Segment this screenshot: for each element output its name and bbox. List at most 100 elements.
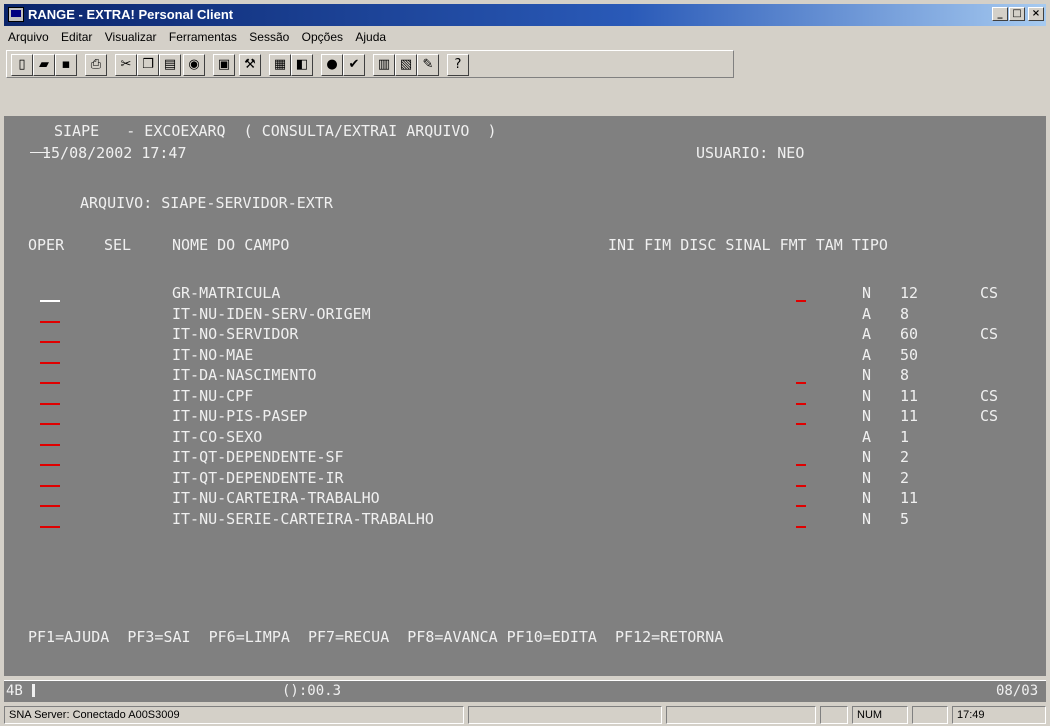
field-format: A — [862, 427, 872, 446]
field-name: IT-NU-IDEN-SERV-ORIGEM — [172, 304, 371, 323]
menu-ajuda[interactable]: Ajuda — [351, 28, 391, 44]
sinal-input[interactable] — [796, 402, 806, 405]
title-bar[interactable]: RANGE - EXTRA! Personal Client _ □ × — [4, 4, 1046, 26]
oper-input[interactable] — [40, 505, 60, 507]
field-format: N — [862, 407, 872, 425]
close-button[interactable]: × — [1028, 7, 1044, 21]
connection-status: SNA Server: Conectado A00S3009 — [4, 706, 464, 724]
screen-user: USUARIO: NEO — [696, 144, 805, 162]
sinal-input[interactable] — [796, 300, 806, 302]
num-lock-indicator: NUM — [852, 706, 908, 724]
field-format: A — [862, 345, 872, 364]
field-format: N — [862, 448, 872, 466]
field-name: IT-QT-DEPENDENTE-IR — [172, 468, 344, 487]
cursor-block — [32, 684, 35, 697]
app-window: RANGE - EXTRA! Personal Client _ □ × Arq… — [0, 0, 1050, 726]
oia-line: 4B ():00.3 08/03 — [4, 680, 1046, 702]
field-name: IT-NO-MAE — [172, 345, 254, 364]
oper-input[interactable] — [40, 464, 60, 466]
field-size: 2 — [900, 448, 910, 466]
oper-input[interactable] — [40, 423, 60, 425]
field-size: 12 — [900, 284, 919, 302]
oper-input[interactable] — [40, 402, 60, 405]
sinal-input[interactable] — [796, 423, 806, 425]
save-icon[interactable]: ▪ — [55, 54, 77, 76]
sinal-input[interactable] — [796, 484, 806, 487]
field-size: 11 — [900, 489, 919, 507]
terminal-screen[interactable]: SIAPE - EXCOEXARQ ( CONSULTA/EXTRAI ARQU… — [4, 116, 1046, 676]
macro-icon[interactable]: ▦ — [269, 54, 291, 76]
menu-sessao[interactable]: Sessão — [245, 28, 294, 44]
paste-icon[interactable]: ▤ — [159, 54, 181, 76]
status-bar: SNA Server: Conectado A00S3009 NUM 17:49 — [0, 704, 1050, 726]
field-format: N — [862, 284, 872, 302]
menu-editar[interactable]: Editar — [57, 28, 97, 44]
transfer-icon[interactable]: ▣ — [213, 54, 235, 76]
terminal-app-icon[interactable] — [8, 7, 24, 22]
field-name: IT-DA-NASCIMENTO — [172, 366, 317, 384]
oper-input[interactable] — [40, 300, 60, 302]
print-icon[interactable]: ⎙ — [85, 54, 107, 76]
sinal-input[interactable] — [796, 525, 806, 528]
field-format: A — [862, 304, 872, 323]
menu-visualizar[interactable]: Visualizar — [101, 28, 162, 44]
status-panel-empty-3 — [820, 706, 848, 724]
field-type: CS — [980, 284, 999, 302]
menu-ferramentas[interactable]: Ferramentas — [165, 28, 242, 44]
cut-icon[interactable]: ✂ — [115, 54, 137, 76]
menu-bar: Arquivo Editar Visualizar Ferramentas Se… — [4, 28, 1046, 48]
window-title: RANGE - EXTRA! Personal Client — [28, 7, 234, 22]
oper-input[interactable] — [40, 361, 60, 364]
screen-datetime: 15/08/2002 17:47 — [42, 144, 187, 162]
field-name: IT-NO-SERVIDOR — [172, 325, 299, 343]
timer-indicator: ():00.3 — [282, 683, 342, 699]
open-icon[interactable]: ▰ — [33, 54, 55, 76]
menu-opcoes[interactable]: Opções — [298, 28, 348, 44]
field-name: IT-NU-CPF — [172, 386, 254, 405]
field-size: 60 — [900, 325, 919, 343]
field-size: 5 — [900, 509, 910, 528]
tools-icon[interactable]: ⚒ — [239, 54, 261, 76]
record-icon[interactable]: ◧ — [291, 54, 313, 76]
field-format: N — [862, 489, 872, 507]
edit-icon[interactable]: ✎ — [417, 54, 439, 76]
maximize-button[interactable]: □ — [1009, 7, 1025, 21]
field-type: CS — [980, 386, 999, 405]
play-icon[interactable]: ● — [321, 54, 343, 76]
oper-input[interactable] — [40, 525, 60, 528]
field-size: 2 — [900, 468, 910, 487]
keyboard-icon[interactable]: ◉ — [183, 54, 205, 76]
minimize-button[interactable]: _ — [992, 7, 1008, 21]
oper-input[interactable] — [40, 341, 60, 343]
field-size: 8 — [900, 366, 910, 384]
settings-icon[interactable]: ✔ — [343, 54, 365, 76]
field-type: CS — [980, 407, 999, 425]
chart-icon[interactable]: ▥ — [373, 54, 395, 76]
oper-input[interactable] — [40, 320, 60, 323]
field-type: CS — [980, 325, 999, 343]
field-format: N — [862, 366, 872, 384]
report-icon[interactable]: ▧ — [395, 54, 417, 76]
oper-input[interactable] — [40, 484, 60, 487]
new-icon[interactable]: ▯ — [11, 54, 33, 76]
field-size: 8 — [900, 304, 910, 323]
copy-icon[interactable]: ❐ — [137, 54, 159, 76]
sinal-input[interactable] — [796, 382, 806, 384]
help-icon[interactable]: ? — [447, 54, 469, 76]
sinal-input[interactable] — [796, 464, 806, 466]
field-name: IT-NU-SERIE-CARTEIRA-TRABALHO — [172, 509, 434, 528]
sinal-input[interactable] — [796, 505, 806, 507]
oper-input[interactable] — [40, 443, 60, 446]
menu-arquivo[interactable]: Arquivo — [4, 28, 54, 44]
field-size: 50 — [900, 345, 919, 364]
oper-input[interactable] — [40, 382, 60, 384]
status-panel-empty — [468, 706, 662, 724]
field-size: 11 — [900, 407, 919, 425]
col-sel: SEL — [104, 236, 132, 254]
field-size: 11 — [900, 386, 919, 405]
status-panel-empty-4 — [912, 706, 948, 724]
clock: 17:49 — [952, 706, 1046, 724]
field-name: IT-NU-PIS-PASEP — [172, 407, 308, 425]
arquivo-label: ARQUIVO: SIAPE-SERVIDOR-EXTR — [80, 194, 333, 212]
field-name: GR-MATRICULA — [172, 284, 281, 302]
